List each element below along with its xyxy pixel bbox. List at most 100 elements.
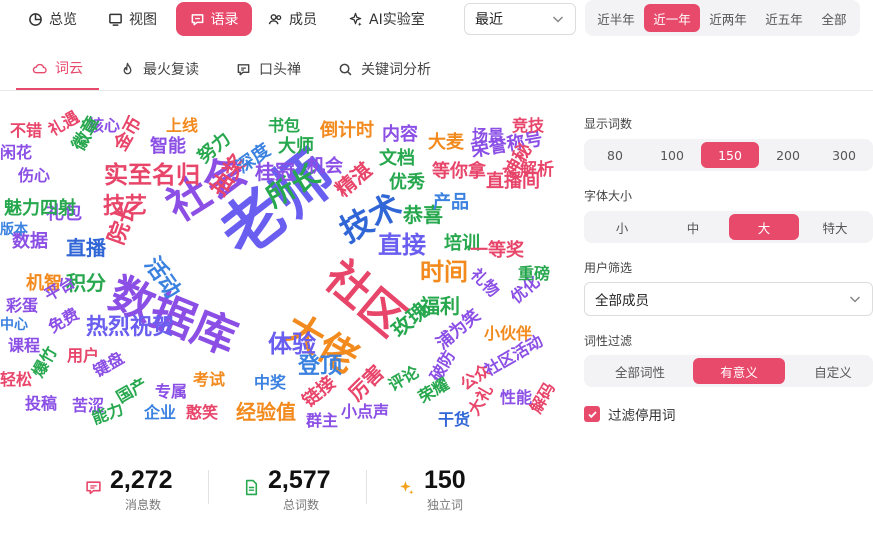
word-cloud-word: 时间 [420,258,468,286]
word-cloud-word: 荣耀 [415,374,453,407]
word-cloud-word: 闲花 [0,143,33,162]
word-cloud-word: 小点声 [341,402,390,421]
pos-filter-option[interactable]: 有意义 [693,358,785,384]
option-label: 80 [607,147,623,163]
user-filter-value: 全部成员 [595,293,649,309]
range-half-year[interactable]: 近半年 [589,4,643,32]
option-label: 小 [615,220,629,236]
range-all[interactable]: 全部 [813,4,855,32]
stat-value: 2,577 [268,466,331,494]
divider [208,470,209,504]
range-five-years[interactable]: 近五年 [757,4,811,32]
tab-label: 口头禅 [259,62,301,78]
option-label: 有意义 [720,364,758,380]
word-cloud-word: 中心 [0,317,28,333]
word-cloud-word: 彩蛋 [6,296,39,315]
pos-filter-label: 词性过滤 [584,334,633,348]
option-label: 大 [757,220,771,236]
settings-panel: 显示词数 80 100 150 200 300 字体大小 小 中 大 特大 用户… [584,108,873,428]
range-label: 近两年 [709,11,747,27]
time-range-group: 近半年 近一年 近两年 近五年 全部 [585,0,860,36]
word-cloud-word: 上线 [166,116,199,135]
users-icon [268,13,282,24]
nav-item-label: 视图 [129,12,157,28]
nav-item-ai-lab[interactable]: AI实验室 [336,2,437,36]
word-cloud-word: 智能 [150,136,186,157]
word-count-option[interactable]: 80 [587,142,643,168]
word-count-label: 显示词数 [584,117,633,131]
font-size-option[interactable]: 小 [587,214,657,240]
pos-filter-group: 全部词性 有意义 自定义 [584,355,873,387]
pie-chart-icon [29,12,42,26]
word-cloud-word: 解析 [520,160,554,180]
range-one-year[interactable]: 近一年 [644,4,700,32]
tab-label: 最火复读 [143,62,199,78]
word-count-group: 80 100 150 200 300 [584,139,873,171]
checkbox-checked-icon [584,406,600,422]
monitor-icon [109,13,122,26]
tab-label: 关键词分析 [361,62,431,78]
word-count-option[interactable]: 300 [818,142,870,168]
stat-value: 150 [424,466,466,494]
word-cloud-word: 企业 [144,403,177,422]
stopwords-label: 过滤停用词 [608,408,676,424]
word-cloud-word: 书包 [268,116,301,135]
word-count-option[interactable]: 100 [644,142,700,168]
font-size-option[interactable]: 特大 [800,214,870,240]
sparkle-icon [349,12,362,26]
font-size-option[interactable]: 中 [658,214,728,240]
chat-icon [191,13,203,25]
word-cloud-word: 不错 [10,121,43,140]
nav-item-members[interactable]: 成员 [256,2,329,36]
word-cloud-word: 大麦 [428,132,464,153]
user-filter-select[interactable]: 全部成员 [584,282,873,316]
stats-bar: 2,272 消息数 2,577 总词数 150 独立词 [0,462,572,522]
word-cloud-word: 魅力四射 [4,198,76,219]
word-cloud-word: 体验 [268,330,316,358]
document-icon [245,479,258,496]
pos-filter-option[interactable]: 自定义 [787,358,873,384]
word-cloud-word: 课程 [8,336,41,355]
word-cloud-word: 优秀 [389,172,425,193]
word-cloud-word: 竞技 [512,116,545,135]
word-cloud-word: 链接 [298,372,340,412]
top-nav: 总览 视图 语录 成员 AI实验室 最近 近半年 近一年 近两年 近五年 全部 [0,0,873,38]
sparkle-icon [400,481,414,495]
word-cloud: 老师 数据库 社区 大佬 社会 技术 所长 直接 时间 活动 实至名归 热烈祝贺 体验 登顶 技艺 院长 抽奖桂… [0,108,572,440]
tab-keyword-analysis[interactable]: 关键词分析 [322,48,447,90]
word-cloud-word: 投稿 [25,394,58,413]
word-cloud-word: 福利 [420,294,460,318]
nav-item-views[interactable]: 视图 [96,2,169,36]
word-cloud-word: 群主 [306,411,339,430]
word-count-option[interactable]: 200 [760,142,816,168]
tab-label: 词云 [55,61,83,77]
word-cloud-word: 登顶 [298,354,343,379]
word-count-option[interactable]: 150 [701,142,759,168]
word-cloud-word: 干货 [438,410,471,429]
pos-filter-option[interactable]: 全部词性 [587,358,693,384]
word-cloud-word: 中奖 [254,373,287,392]
nav-item-quotes[interactable]: 语录 [176,2,252,36]
stopwords-checkbox[interactable]: 过滤停用词 [584,404,676,424]
tab-hot-repeats[interactable]: 最火复读 [104,48,215,90]
word-cloud-word: 热烈祝贺 [86,315,175,340]
range-label: 全部 [821,11,847,27]
tab-word-cloud[interactable]: 词云 [16,48,99,90]
word-cloud-word: 经验值 [236,400,296,424]
period-select[interactable]: 最近 [464,3,576,35]
word-cloud-word: 专属 [155,382,188,401]
sub-tabs: 词云 最火复读 口头禅 关键词分析 [0,48,873,91]
option-label: 中 [686,220,700,236]
font-size-option[interactable]: 大 [729,214,799,240]
word-cloud-word: 大师 [278,136,314,157]
range-two-years[interactable]: 近两年 [701,4,755,32]
chevron-down-icon [552,16,564,23]
word-cloud-word: 厉害 [343,360,389,406]
option-label: 100 [660,147,684,163]
word-cloud-word: 轻松 [0,370,33,389]
word-cloud-word: 倒计时 [320,120,374,141]
search-icon [339,63,352,75]
tab-catchphrases[interactable]: 口头禅 [220,48,317,90]
nav-item-overview[interactable]: 总览 [16,2,89,36]
option-label: 全部词性 [614,364,665,380]
